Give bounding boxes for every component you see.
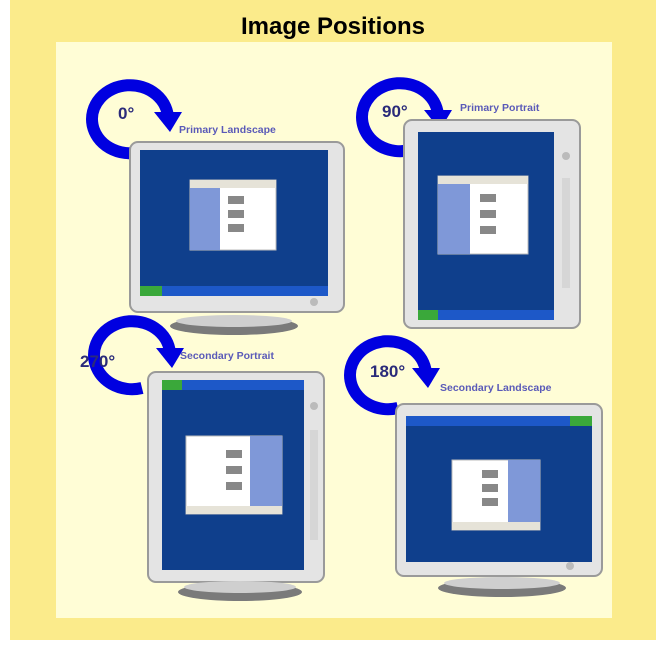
- monitor-portrait-icon: [403, 119, 581, 329]
- position-label: Secondary Portrait: [180, 350, 274, 362]
- diagram-title: Image Positions: [240, 13, 426, 40]
- rotation-degrees: 0°: [118, 104, 135, 123]
- position-label: Primary Landscape: [179, 124, 276, 136]
- rotation-degrees: 270°: [80, 352, 116, 371]
- position-label: Primary Portrait: [460, 102, 540, 114]
- monitor-landscape-icon: [129, 141, 345, 335]
- rotation-degrees: 180°: [370, 362, 406, 381]
- monitor-portrait-rotated-icon: [147, 371, 325, 601]
- monitor-landscape-rotated-icon: [395, 403, 603, 597]
- position-label: Secondary Landscape: [440, 382, 552, 394]
